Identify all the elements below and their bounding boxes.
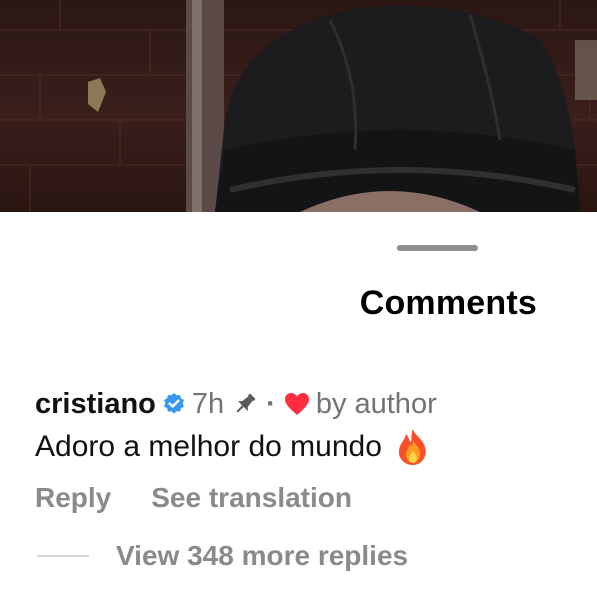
see-translation-button[interactable]: See translation xyxy=(151,482,352,514)
verified-badge-icon xyxy=(162,392,186,416)
sheet-title: Comments xyxy=(359,284,537,322)
replies-divider xyxy=(37,555,89,557)
pin-icon xyxy=(232,391,258,417)
reply-button[interactable]: Reply xyxy=(35,482,111,514)
view-replies-button[interactable]: View 348 more replies xyxy=(116,540,408,572)
comment-text: Adoro a melhor do mundo xyxy=(35,430,382,463)
sheet-grabber[interactable] xyxy=(397,245,478,251)
heart-icon xyxy=(284,392,310,416)
video-frame-image xyxy=(0,0,597,212)
video-frame xyxy=(0,0,597,212)
liked-by-author-label: by author xyxy=(315,387,437,420)
comment-actions: Reply See translation xyxy=(35,482,352,514)
comment-time: 7h xyxy=(191,387,225,420)
meta-separator: · xyxy=(266,387,276,420)
comment-body: Adoro a melhor do mundo xyxy=(35,428,430,466)
comment: cristiano 7h · by author xyxy=(35,385,577,423)
comment-username[interactable]: cristiano xyxy=(35,388,156,421)
comment-meta: cristiano 7h · by author xyxy=(35,385,577,423)
view-replies-row[interactable]: View 348 more replies xyxy=(37,540,408,572)
fire-emoji-icon xyxy=(396,428,430,466)
